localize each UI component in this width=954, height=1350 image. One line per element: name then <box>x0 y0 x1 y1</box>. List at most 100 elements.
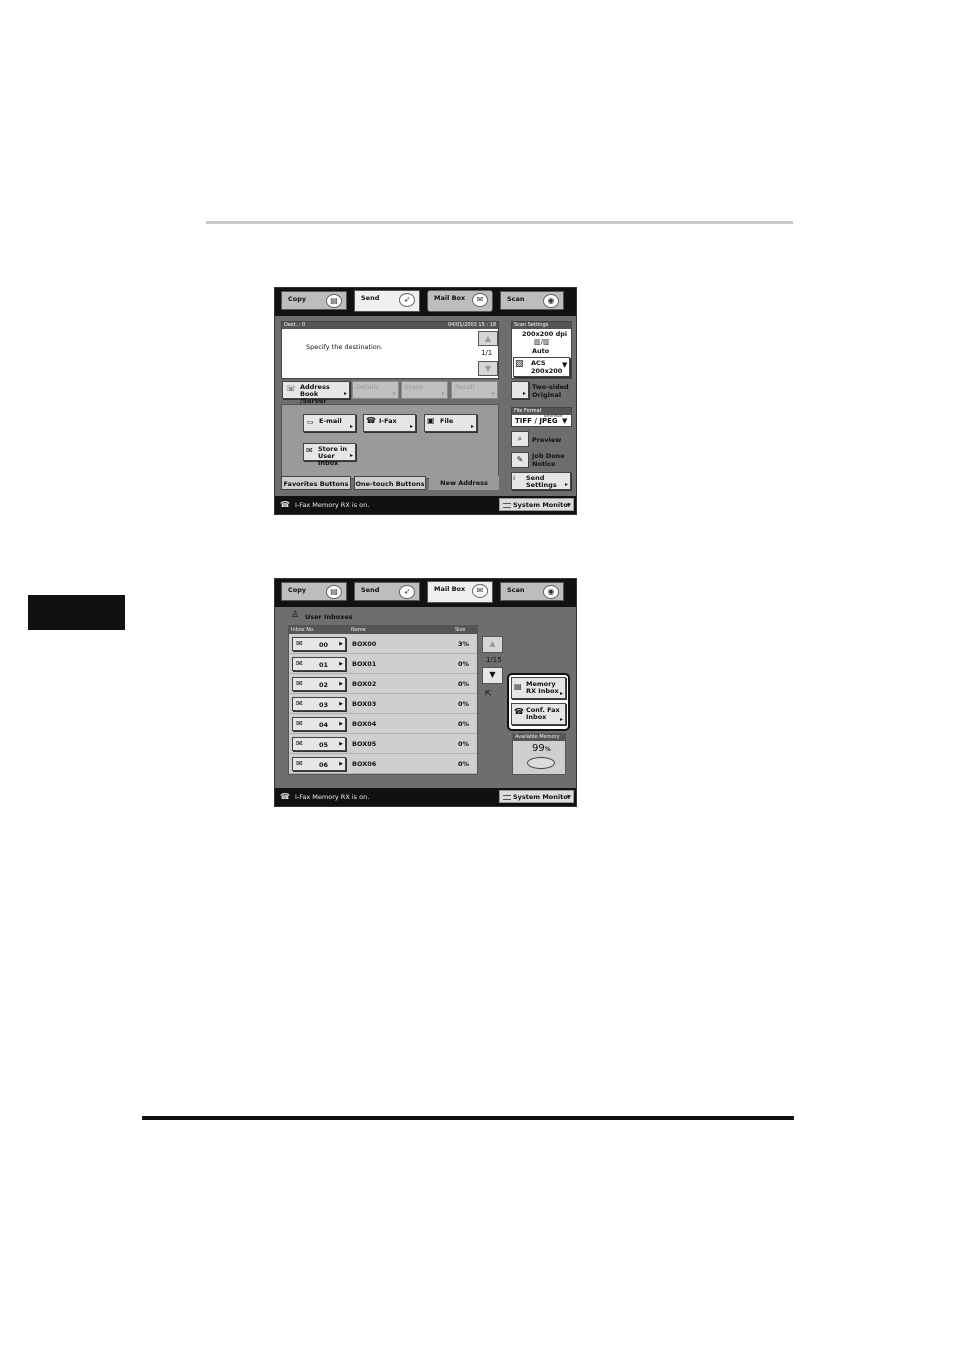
table-header: Inbox No. Name Size <box>289 626 477 634</box>
color-mode-select[interactable]: ▧ ACS 200x200 ▼ <box>513 357 570 377</box>
inbox-icon: ✉ <box>296 759 303 768</box>
two-sided-original-button[interactable]: ▸ <box>511 381 529 399</box>
table-row: ✉ 06 ▶ BOX06 0% <box>289 754 477 774</box>
tab-send[interactable]: Send ➶ <box>354 582 420 601</box>
dropdown-arrow-icon: ▼ <box>562 417 568 425</box>
tab-new-address[interactable]: New Address <box>429 476 499 490</box>
page-indicator: 1/15 <box>486 656 502 664</box>
acs-icon: ▧ <box>515 359 524 369</box>
send-icon: ➶ <box>399 293 415 307</box>
available-memory-value: 99% <box>532 743 551 754</box>
inbox-button[interactable]: ✉ 05 ▶ <box>292 737 346 751</box>
arrow-right-icon: ▶ <box>339 741 343 747</box>
original-type-icon: ▥/▥ <box>534 338 550 346</box>
inbox-icon: ✉ <box>296 739 303 748</box>
ifax-status-icon: ☎ <box>280 792 290 801</box>
address-book-icon: ☏ <box>286 384 297 393</box>
mailbox-icon: ✉ <box>472 293 488 307</box>
erase-button[interactable]: Erase ▸ <box>401 381 448 399</box>
inbox-button[interactable]: ✉ 03 ▶ <box>292 697 346 711</box>
scan-settings-panel: Scan Settings 200x200 dpi ▥/▥ Auto ▧ ACS… <box>511 321 572 379</box>
status-bar: ☎ I-Fax Memory RX is on. System Monitor <box>275 496 576 514</box>
status-bar: ☎ I-Fax Memory RX is on. System Monitor <box>275 788 576 806</box>
file-format-select[interactable]: File Format Send Multi TIFF / JPEG ▼ <box>511 407 572 427</box>
inbox-name: BOX01 <box>352 660 377 668</box>
preview-button[interactable]: ⌕ <box>511 431 529 447</box>
tab-bar: Copy ▤ Send ➶ Mail Box ✉ Scan ◉ <box>275 579 576 607</box>
tab-copy[interactable]: Copy ▤ <box>281 291 347 310</box>
table-row: ✉ 04 ▶ BOX04 0% <box>289 714 477 734</box>
destination-header: Dest. : 0 04/01/2003 15 : 18 <box>282 322 498 329</box>
top-rule <box>206 221 793 224</box>
scroll-up-button[interactable]: ▲ <box>482 636 503 653</box>
inbox-icon: ✉ <box>296 639 303 648</box>
i-fax-button[interactable]: ☎ I-Fax ▸ <box>363 414 416 432</box>
inbox-button[interactable]: ✉ 02 ▶ <box>292 677 346 691</box>
jump-to-inbox-icon[interactable]: ⇱ <box>485 689 492 698</box>
inbox-name: BOX04 <box>352 720 377 728</box>
mailbox-screen: Copy ▤ Send ➶ Mail Box ✉ Scan ◉ ♙ User Inbox… <box>274 578 577 807</box>
tab-mail-box[interactable]: Mail Box ✉ <box>427 581 493 603</box>
tab-bar: Copy ▤ Send ➶ Mail Box ✉ Scan ◉ <box>275 288 576 316</box>
tab-mail-box[interactable]: Mail Box ✉ <box>424 288 496 315</box>
arrow-right-icon: ▶ <box>339 701 343 707</box>
table-row: ✉ 03 ▶ BOX03 0% <box>289 694 477 714</box>
arrow-right-icon: ▶ <box>339 761 343 767</box>
e-mail-button[interactable]: ▭ E-mail ▸ <box>303 414 356 432</box>
inbox-icon: ✉ <box>296 719 303 728</box>
store-in-user-inbox-button[interactable]: ✉ Store in User Inbox ▸ <box>303 443 356 467</box>
preview-icon: ⌕ <box>517 434 523 443</box>
send-icon: ➶ <box>399 585 415 599</box>
job-done-notice-button[interactable]: ✎ <box>511 452 529 468</box>
memory-rx-inbox-button[interactable]: ▤ Memory RX Inbox ▸ <box>511 677 566 699</box>
inbox-button[interactable]: ✉ 04 ▶ <box>292 717 346 731</box>
recall-button[interactable]: Recall ▸ <box>451 381 498 399</box>
copy-icon: ▤ <box>326 294 342 308</box>
tab-scan[interactable]: Scan ◉ <box>500 582 564 601</box>
bottom-rule <box>142 1116 794 1120</box>
system-monitor-button[interactable]: System Monitor <box>499 498 574 511</box>
ifax-status-icon: ☎ <box>280 500 290 509</box>
tab-copy[interactable]: Copy ▤ <box>281 582 347 601</box>
inbox-icon: ✉ <box>296 699 303 708</box>
dropdown-arrow-icon: ▼ <box>562 361 568 369</box>
scan-settings-title: Scan Settings <box>512 322 571 329</box>
arrow-right-icon: ▶ <box>339 641 343 647</box>
address-book-button[interactable]: ☏ Address Book /Server ▸ <box>282 381 350 405</box>
destination-message: Specify the destination. <box>306 343 383 351</box>
tab-send[interactable]: Send ➶ <box>354 290 420 312</box>
scroll-down-button[interactable]: ▼ <box>482 667 503 684</box>
job-done-notice-label: Job Done Notice <box>532 452 565 468</box>
inbox-button[interactable]: ✉ 01 ▶ <box>292 657 346 671</box>
tab-one-touch-buttons[interactable]: One-touch Buttons <box>354 476 426 490</box>
scroll-down-button[interactable]: ▼ <box>478 361 498 376</box>
inbox-name: BOX03 <box>352 700 377 708</box>
inbox-icon: ✉ <box>306 446 313 455</box>
auto-label: Auto <box>532 347 550 355</box>
conf-fax-inbox-button[interactable]: ☎ Conf. Fax Inbox ▸ <box>511 703 566 725</box>
file-button[interactable]: ▣ File ▸ <box>424 414 477 432</box>
tab-favorites-buttons[interactable]: Favorites Buttons <box>281 476 351 490</box>
send-settings-button[interactable]: ⁞ Send Settings ▸ <box>511 472 571 490</box>
mail-icon: ▭ <box>307 418 314 426</box>
inbox-name: BOX06 <box>352 760 377 768</box>
available-memory-panel: Available Memory 99% <box>512 733 566 775</box>
inbox-size: 0% <box>457 680 469 688</box>
fax-inbox-icon: ☎ <box>514 707 524 716</box>
inbox-button[interactable]: ✉ 06 ▶ <box>292 757 346 771</box>
chapter-tab <box>28 595 125 630</box>
user-inbox-icon: ♙ <box>291 610 300 620</box>
scroll-up-button[interactable]: ▲ <box>478 331 498 346</box>
dotted-icon: ⁞ <box>513 475 516 482</box>
inbox-name: BOX00 <box>352 640 377 648</box>
inbox-size: 3% <box>457 640 469 648</box>
tab-scan[interactable]: Scan ◉ <box>500 291 564 310</box>
inbox-button[interactable]: ✉ 00 ▶ <box>292 637 346 651</box>
scan-icon: ◉ <box>543 294 559 308</box>
system-monitor-button[interactable]: System Monitor <box>499 790 574 803</box>
arrow-right-icon: ▶ <box>339 681 343 687</box>
inbox-name: BOX02 <box>352 680 377 688</box>
details-button[interactable]: Details ▸ <box>352 381 399 399</box>
mailbox-icon: ✉ <box>472 584 488 598</box>
arrow-right-icon: ▶ <box>339 721 343 727</box>
